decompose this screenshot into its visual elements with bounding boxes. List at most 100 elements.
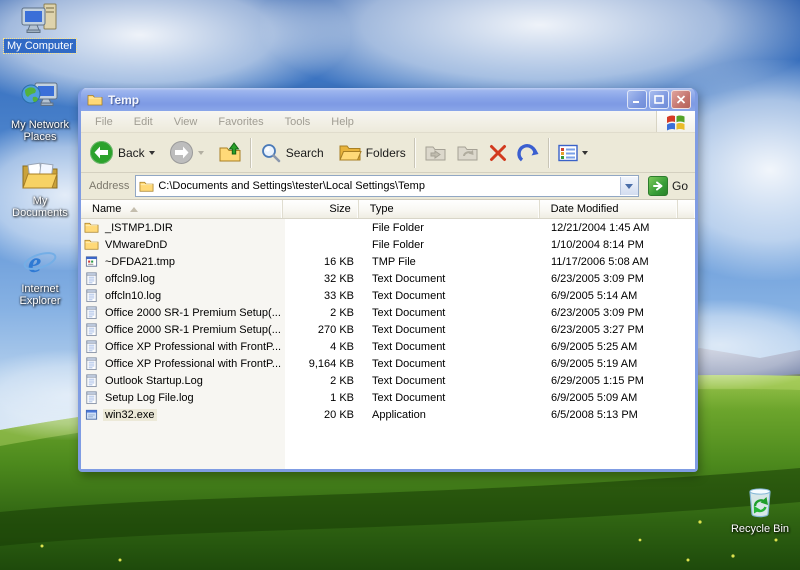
file-name: offcln9.log — [105, 272, 155, 285]
file-type: File Folder — [372, 238, 424, 251]
file-row[interactable]: _ISTMP1.DIR File Folder 12/21/2004 1:45 … — [81, 219, 695, 236]
menu-item-file[interactable]: File — [89, 114, 119, 130]
file-date-modified: 6/23/2005 3:09 PM — [551, 272, 644, 285]
column-headers: Name Size Type Date Modified — [81, 200, 695, 219]
go-button[interactable]: Go — [645, 175, 691, 197]
file-name: Setup Log File.log — [105, 391, 194, 404]
file-row[interactable]: ~DFDA21.tmp 16 KB TMP File 11/17/2006 5:… — [81, 253, 695, 270]
desktop-icon-internet-explorer[interactable]: e Internet Explorer — [2, 244, 78, 308]
views-button[interactable] — [554, 141, 592, 165]
file-date-modified: 6/23/2005 3:09 PM — [551, 306, 644, 319]
file-type: Text Document — [372, 323, 446, 336]
file-size: 1 KB — [330, 391, 354, 404]
back-button[interactable]: Back — [85, 137, 159, 168]
file-type-icon — [84, 271, 99, 286]
file-size: 4 KB — [330, 340, 354, 353]
address-label: Address — [89, 180, 130, 192]
menu-item-help[interactable]: Help — [325, 114, 360, 130]
file-type: Text Document — [372, 391, 446, 404]
close-button[interactable] — [671, 90, 691, 109]
go-arrow-icon — [647, 176, 668, 196]
desktop-icon-recycle-bin[interactable]: Recycle Bin — [722, 484, 798, 536]
close-icon — [676, 95, 686, 104]
search-button[interactable]: Search — [256, 139, 328, 167]
address-dropdown-button[interactable] — [619, 177, 638, 195]
file-size: 270 KB — [317, 323, 354, 336]
menu-item-view[interactable]: View — [168, 114, 204, 130]
file-row[interactable]: Office XP Professional with FrontP... 9,… — [81, 355, 695, 372]
file-row[interactable]: Office XP Professional with FrontP... 4 … — [81, 338, 695, 355]
file-type: Text Document — [372, 306, 446, 319]
file-date-modified: 6/9/2005 5:25 AM — [551, 340, 638, 353]
file-type: Text Document — [372, 374, 446, 387]
maximize-icon — [654, 95, 664, 104]
file-type-icon — [84, 237, 99, 252]
column-header-type[interactable]: Type — [359, 200, 540, 218]
column-header-label: Size — [329, 203, 351, 215]
file-type: Text Document — [372, 340, 446, 353]
delete-button[interactable] — [484, 140, 512, 166]
file-date-modified: 6/9/2005 5:09 AM — [551, 391, 638, 404]
address-input[interactable]: C:\Documents and Settings\tester\Local S… — [135, 175, 639, 197]
file-row[interactable]: win32.exe 20 KB Application 6/5/2008 5:1… — [81, 406, 695, 423]
views-dropdown-icon[interactable] — [581, 150, 588, 155]
file-size: 33 KB — [324, 289, 354, 302]
views-icon — [558, 144, 578, 161]
folders-icon — [338, 145, 362, 160]
menu-item-tools[interactable]: Tools — [279, 114, 317, 130]
folders-button[interactable]: Folders — [334, 139, 410, 167]
undo-button[interactable] — [512, 139, 544, 167]
desktop-icon-my-computer[interactable]: My Computer — [2, 3, 78, 54]
file-row[interactable]: Setup Log File.log 1 KB Text Document 6/… — [81, 389, 695, 406]
desktop-icon-my-network-places[interactable]: My Network Places — [2, 80, 78, 144]
windows-flag-icon — [667, 114, 685, 130]
file-row[interactable]: VMwareDnD File Folder 1/10/2004 8:14 PM — [81, 236, 695, 253]
copy-to-button — [452, 139, 484, 167]
menu-bar: File Edit View Favorites Tools Help — [81, 111, 695, 133]
file-name: Office XP Professional with FrontP... — [105, 340, 282, 353]
file-name: VMwareDnD — [105, 238, 168, 251]
file-type-icon — [84, 288, 99, 303]
file-row[interactable]: Office 2000 SR-1 Premium Setup(... 270 K… — [81, 321, 695, 338]
file-size: 16 KB — [324, 255, 354, 268]
file-type-icon — [84, 339, 99, 354]
file-row[interactable]: offcln9.log 32 KB Text Document 6/23/200… — [81, 270, 695, 287]
maximize-button[interactable] — [649, 90, 669, 109]
file-type: File Folder — [372, 221, 424, 234]
file-name: Outlook Startup.Log — [105, 374, 203, 387]
search-icon — [261, 143, 280, 162]
file-type-icon — [84, 407, 99, 422]
file-size: 2 KB — [330, 306, 354, 319]
menu-item-edit[interactable]: Edit — [128, 114, 159, 130]
menu-item-favorites[interactable]: Favorites — [212, 114, 269, 130]
address-bar: Address C:\Documents and Settings\tester… — [81, 173, 695, 200]
column-header-label: Type — [369, 203, 394, 215]
column-header-size[interactable]: Size — [283, 200, 359, 218]
title-bar[interactable]: Temp — [81, 88, 695, 111]
windows-logo — [656, 111, 695, 132]
back-dropdown-icon[interactable] — [148, 150, 155, 155]
file-size: 32 KB — [324, 272, 354, 285]
file-type: Text Document — [372, 272, 446, 285]
file-row[interactable]: Outlook Startup.Log 2 KB Text Document 6… — [81, 372, 695, 389]
desktop-icon-my-documents[interactable]: My Documents — [2, 158, 78, 220]
up-button[interactable] — [214, 138, 246, 168]
forward-dropdown-icon — [197, 150, 204, 155]
file-row[interactable]: offcln10.log 33 KB Text Document 6/9/200… — [81, 287, 695, 304]
window-title: Temp — [108, 92, 140, 107]
go-label: Go — [671, 179, 688, 193]
column-header-date-modified[interactable]: Date Modified — [540, 200, 678, 218]
desktop-icon-label: My Computer — [2, 38, 78, 54]
undo-icon — [517, 143, 539, 161]
file-type-icon — [84, 220, 99, 235]
file-date-modified: 11/17/2006 5:08 AM — [551, 255, 649, 268]
forward-button[interactable] — [165, 137, 208, 168]
column-header-name[interactable]: Name — [81, 200, 283, 218]
up-folder-icon — [219, 141, 241, 161]
file-row[interactable]: Office 2000 SR-1 Premium Setup(... 2 KB … — [81, 304, 695, 321]
toolbar-separator — [547, 137, 550, 168]
desktop-icon-label: My Network Places — [10, 119, 70, 143]
address-folder-icon — [139, 179, 154, 194]
minimize-button[interactable] — [627, 90, 647, 109]
toolbar-separator — [413, 137, 416, 168]
